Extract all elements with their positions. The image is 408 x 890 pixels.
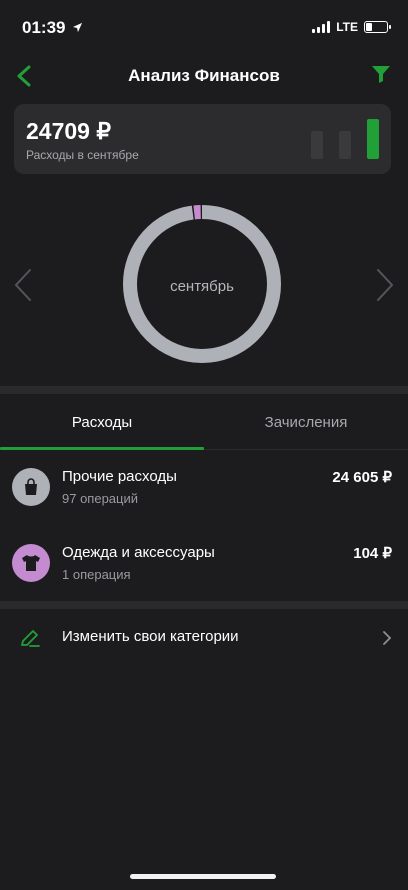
shopping-bag-icon (25, 478, 37, 495)
previous-month-button[interactable] (10, 268, 38, 302)
status-bar: 01:39 LTE (0, 0, 408, 54)
category-row-other[interactable]: Прочие расходы 97 операций 24 605 ₽ (0, 450, 408, 526)
home-indicator (130, 874, 276, 879)
donut-center-label: сентябрь (170, 278, 234, 295)
month-bars (311, 119, 379, 159)
edit-categories-row[interactable]: Изменить свои категории (0, 610, 408, 664)
category-name: Прочие расходы (62, 468, 177, 485)
location-arrow-icon (73, 22, 83, 33)
chevron-right-icon (377, 269, 394, 301)
section-divider (0, 601, 408, 609)
tshirt-icon (22, 555, 40, 571)
category-name: Одежда и аксессуары (62, 544, 215, 561)
tab-expenses[interactable]: Расходы (0, 396, 204, 450)
battery-icon (364, 21, 391, 33)
month-bar[interactable] (367, 119, 379, 159)
next-month-button[interactable] (370, 268, 398, 302)
page-title: Анализ Финансов (128, 66, 280, 85)
donut-area: сентябрь (0, 190, 408, 380)
total-amount: 24709 ₽ (26, 118, 111, 144)
tab-bar: Расходы Зачисления (0, 396, 408, 450)
section-divider (0, 386, 408, 394)
month-bar[interactable] (339, 131, 351, 159)
summary-card[interactable]: 24709 ₽ Расходы в сентябре (14, 104, 391, 174)
status-time: 01:39 (22, 18, 83, 38)
nav-bar: Анализ Финансов (0, 54, 408, 98)
chevron-right-icon (383, 631, 392, 645)
category-count: 1 операция (62, 567, 131, 582)
category-amount: 104 ₽ (353, 545, 392, 562)
network-type: LTE (336, 20, 358, 34)
category-amount: 24 605 ₽ (332, 469, 392, 486)
month-bar[interactable] (311, 131, 323, 159)
status-indicators: LTE (312, 20, 391, 34)
category-count: 97 операций (62, 491, 139, 506)
filter-button[interactable] (370, 63, 394, 87)
edit-categories-label: Изменить свои категории (62, 628, 239, 645)
chevron-left-icon (14, 269, 31, 301)
category-icon-circle (12, 544, 50, 582)
signal-icon (312, 21, 331, 33)
category-icon-circle (12, 468, 50, 506)
tab-income[interactable]: Зачисления (204, 396, 408, 450)
category-row-clothing[interactable]: Одежда и аксессуары 1 операция 104 ₽ (0, 526, 408, 602)
pencil-icon (21, 630, 40, 647)
filter-icon (372, 66, 390, 83)
total-label: Расходы в сентябре (26, 148, 139, 162)
